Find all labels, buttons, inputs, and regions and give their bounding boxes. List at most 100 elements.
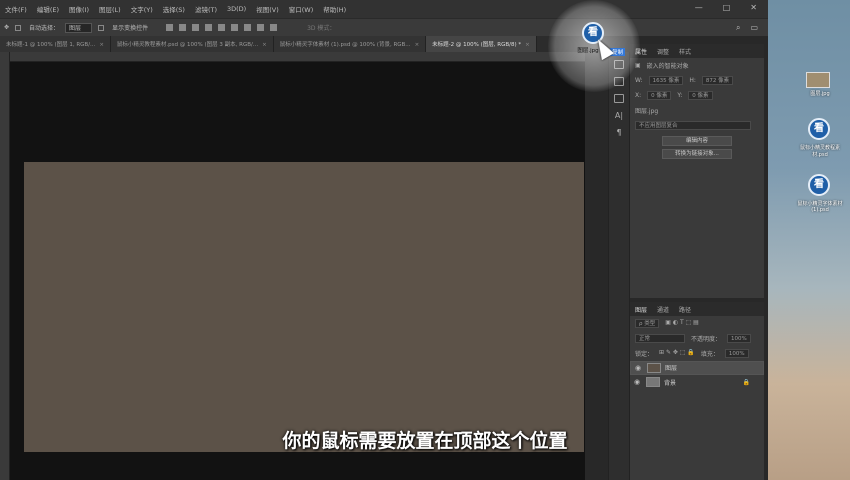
fill-field[interactable]: 100% xyxy=(724,349,749,358)
tab-channels[interactable]: 通道 xyxy=(657,305,669,314)
close-button[interactable]: ✕ xyxy=(745,3,762,12)
menu-type[interactable]: 文字(Y) xyxy=(126,4,158,14)
eye-icon[interactable]: ◉ xyxy=(635,364,643,373)
tab-adjustments[interactable]: 调整 xyxy=(657,47,669,56)
file-name: 图层.jpg xyxy=(635,108,659,115)
tab-label: 鼠标小精灵字体素材 (1).psd @ 100% (背景, RGB... xyxy=(279,42,411,48)
auto-select-label: 自动选择： xyxy=(29,25,60,32)
x-field[interactable]: 0 像素 xyxy=(647,91,672,100)
distribute-vcenter-icon[interactable] xyxy=(257,24,265,31)
character-icon[interactable] xyxy=(614,94,624,103)
menu-image[interactable]: 图像(I) xyxy=(64,4,94,14)
align-left-icon[interactable] xyxy=(205,24,213,31)
vertical-ruler xyxy=(0,52,10,480)
menu-file[interactable]: 文件(F) xyxy=(0,4,32,14)
menu-help[interactable]: 帮助(H) xyxy=(318,4,351,14)
close-icon[interactable]: × xyxy=(262,42,267,48)
tab-untitled-1[interactable]: 未标题-1 @ 100% (图层 1, RGB/... × xyxy=(0,36,111,52)
lock-row: 锁定： ⊞ ✎ ✥ ⬚ 🔒 填充： 100% xyxy=(630,346,764,361)
menu-layer[interactable]: 图层(L) xyxy=(94,4,126,14)
comp-row: 不应用图层复合 xyxy=(630,118,764,133)
layer-row[interactable]: ◉ 图层 xyxy=(630,361,764,375)
document-canvas[interactable] xyxy=(24,162,584,452)
layer-thumbnail xyxy=(646,377,660,387)
options-right: ⌕ ▭ xyxy=(736,23,758,33)
edit-contents-button[interactable]: 编辑内容 xyxy=(662,136,732,146)
width-field[interactable]: 1635 像素 xyxy=(648,76,684,85)
menu-bar: 文件(F) 编辑(E) 图像(I) 图层(L) 文字(Y) 选择(S) 滤镜(T… xyxy=(0,0,768,18)
desktop-file-icon[interactable] xyxy=(806,72,830,88)
auto-select-checkbox[interactable] xyxy=(15,24,22,31)
menu-edit[interactable]: 编辑(E) xyxy=(32,4,64,14)
blend-row: 正常 不透明度： 100% xyxy=(630,331,764,346)
desktop-psd-label-2: 鼠标小精灵字体素材 (1).psd xyxy=(797,201,843,213)
menu-filter[interactable]: 滤镜(T) xyxy=(190,4,222,14)
desktop-psd-icon-2[interactable]: 看 xyxy=(808,174,830,196)
desktop-psd-icon-1[interactable]: 看 xyxy=(808,118,830,140)
tab-layers[interactable]: 图层 xyxy=(635,305,647,314)
properties-title-row: ▣ 嵌入的智能对象 xyxy=(630,58,764,73)
paragraph-icon[interactable]: A| xyxy=(609,111,629,120)
menu-window[interactable]: 窗口(W) xyxy=(284,4,319,14)
search-icon[interactable]: ⌕ xyxy=(736,23,740,33)
menu-select[interactable]: 选择(S) xyxy=(158,4,190,14)
y-label: Y: xyxy=(677,92,683,99)
tab-label: 未标题-2 @ 100% (图层, RGB/8) * xyxy=(432,42,522,48)
subtitle-caption: 你的鼠标需要放置在顶部这个位置 xyxy=(282,430,568,452)
workspace-icon[interactable]: ▭ xyxy=(750,23,758,33)
close-icon[interactable]: × xyxy=(99,42,104,48)
canvas-area[interactable] xyxy=(10,62,585,480)
h-label: H: xyxy=(689,77,696,84)
menu-view[interactable]: 视图(V) xyxy=(251,4,284,14)
opacity-label: 不透明度： xyxy=(691,336,722,343)
mode-3d-label: 3D 模式： xyxy=(307,25,336,32)
eye-icon[interactable]: ◉ xyxy=(634,378,642,386)
distribute-bottom-icon[interactable] xyxy=(270,24,278,31)
file-row: 图层.jpg xyxy=(630,103,764,118)
align-buttons xyxy=(166,24,278,31)
position-row: X: 0 像素 Y: 0 像素 xyxy=(630,88,764,103)
size-row: W: 1635 像素 H: 872 像素 xyxy=(630,73,764,88)
blend-mode-dropdown[interactable]: 正常 xyxy=(635,334,685,343)
menu-3d[interactable]: 3D(D) xyxy=(222,5,251,13)
desktop: 图层.jpg 看 鼠标小精灵教程素材.psd 看 鼠标小精灵字体素材 (1).p… xyxy=(768,0,850,480)
close-icon[interactable]: × xyxy=(415,42,420,48)
tab-untitled-2[interactable]: 未标题-2 @ 100% (图层, RGB/8) * × xyxy=(426,36,537,52)
minimize-button[interactable]: — xyxy=(690,3,708,12)
tab-tutorial-material[interactable]: 鼠标小精灵教程素材.psd @ 100% (图层 3 副本, RGB/... × xyxy=(110,36,274,52)
distribute-top-icon[interactable] xyxy=(244,24,252,31)
document-tabs: 未标题-1 @ 100% (图层 1, RGB/... × 鼠标小精灵教程素材.p… xyxy=(0,36,585,52)
move-tool-icon[interactable]: ✥ xyxy=(4,24,9,31)
convert-linked-button[interactable]: 转换为链接对象... xyxy=(662,149,732,159)
tab-paths[interactable]: 路径 xyxy=(679,305,691,314)
layers-panel: 图层 通道 路径 ρ 类型 ▣ ◐ T ⬚ ▤ 正常 不透明度： 100% 锁定… xyxy=(630,302,764,480)
layer-filter-dropdown[interactable]: ρ 类型 xyxy=(635,319,660,328)
fill-label: 填充： xyxy=(700,351,719,358)
desktop-psd-label-1: 鼠标小精灵教程素材.psd xyxy=(799,145,840,158)
auto-select-dropdown[interactable]: 图层 xyxy=(65,22,93,33)
tab-styles[interactable]: 样式 xyxy=(679,47,691,56)
align-top-icon[interactable] xyxy=(166,24,174,31)
lock-icons[interactable]: ⊞ ✎ ✥ ⬚ 🔒 xyxy=(659,349,695,358)
layer-comp-dropdown[interactable]: 不应用图层复合 xyxy=(635,121,751,130)
maximize-button[interactable]: □ xyxy=(718,3,736,12)
options-bar: ✥ 自动选择： 图层 显示变换控件 3D 模式： ⌕ ▭ xyxy=(0,18,768,36)
opacity-field[interactable]: 100% xyxy=(727,334,751,343)
horizontal-ruler xyxy=(10,52,585,62)
tab-label: 未标题-1 @ 100% (图层 1, RGB/... xyxy=(6,42,96,48)
tab-font-material[interactable]: 鼠标小精灵字体素材 (1).psd @ 100% (背景, RGB... × xyxy=(273,36,427,52)
show-transform-checkbox[interactable] xyxy=(98,24,105,31)
layer-row[interactable]: ◉ 背景 🔒 xyxy=(630,375,764,389)
align-vcenter-icon[interactable] xyxy=(179,24,187,31)
close-icon[interactable]: × xyxy=(525,42,530,48)
align-bottom-icon[interactable] xyxy=(192,24,200,31)
properties-panel: 属性 调整 样式 ▣ 嵌入的智能对象 W: 1635 像素 H: 872 像素 … xyxy=(630,44,764,298)
filter-row: ρ 类型 ▣ ◐ T ⬚ ▤ xyxy=(630,316,764,331)
filter-icons[interactable]: ▣ ◐ T ⬚ ▤ xyxy=(665,319,699,328)
pilcrow-icon[interactable]: ¶ xyxy=(609,128,629,137)
height-field[interactable]: 872 像素 xyxy=(701,76,734,85)
y-field[interactable]: 0 像素 xyxy=(688,91,713,100)
align-right-icon[interactable] xyxy=(231,24,239,31)
align-hcenter-icon[interactable] xyxy=(218,24,226,31)
w-label: W: xyxy=(635,77,643,84)
